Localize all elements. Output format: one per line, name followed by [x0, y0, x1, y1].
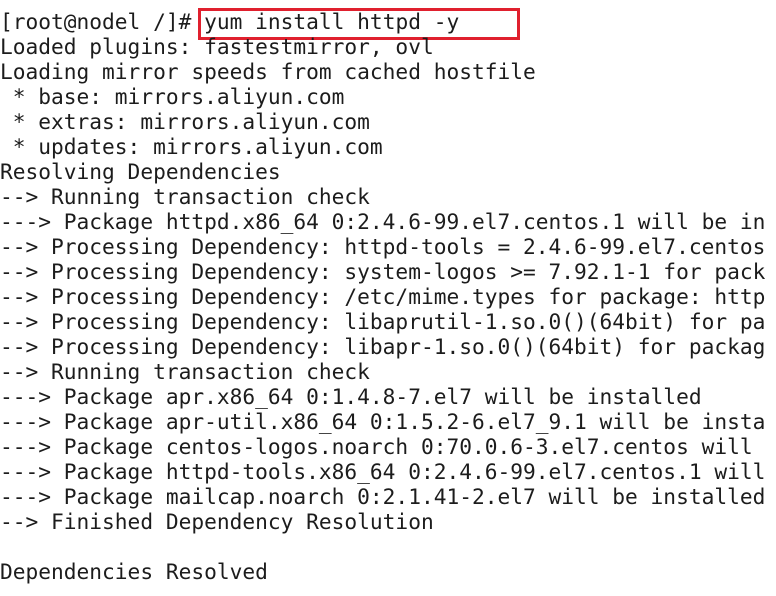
prompt-line: [root@nodel /]# yum install httpd -y [0, 9, 459, 34]
output-line: --> Processing Dependency: /etc/mime.typ… [0, 284, 766, 309]
output-line: ---> Package mailcap.noarch 0:2.1.41-2.e… [0, 484, 766, 509]
output-line: ---> Package httpd.x86_64 0:2.4.6-99.el7… [0, 209, 766, 234]
output-line: Resolving Dependencies [0, 159, 281, 184]
output-line: --> Processing Dependency: system-logos … [0, 259, 766, 284]
output-line: Loading mirror speeds from cached hostfi… [0, 59, 536, 84]
output-line: --> Finished Dependency Resolution [0, 509, 434, 534]
output-line: --> Processing Dependency: httpd-tools =… [0, 234, 766, 259]
output-line: Dependencies Resolved [0, 559, 268, 584]
output-line: --> Running transaction check [0, 184, 370, 209]
output-line: * extras: mirrors.aliyun.com [0, 109, 370, 134]
terminal-window[interactable]: [root@nodel /]# yum install httpd -y Loa… [0, 0, 776, 596]
output-line: ---> Package apr-util.x86_64 0:1.5.2-6.e… [0, 409, 766, 434]
output-line: * updates: mirrors.aliyun.com [0, 134, 383, 159]
output-line: * base: mirrors.aliyun.com [0, 84, 345, 109]
output-line: ---> Package httpd-tools.x86_64 0:2.4.6-… [0, 459, 766, 484]
command-text: yum install httpd -y [204, 9, 460, 34]
output-line: --> Processing Dependency: libapr-1.so.0… [0, 334, 766, 359]
shell-prompt: [root@nodel /]# [0, 9, 192, 34]
output-line: ---> Package centos-logos.noarch 0:70.0.… [0, 434, 753, 459]
output-line: Loaded plugins: fastestmirror, ovl [0, 34, 434, 59]
output-line: --> Processing Dependency: libaprutil-1.… [0, 309, 766, 334]
output-line: --> Running transaction check [0, 359, 370, 384]
output-line: ---> Package apr.x86_64 0:1.4.8-7.el7 wi… [0, 384, 702, 409]
